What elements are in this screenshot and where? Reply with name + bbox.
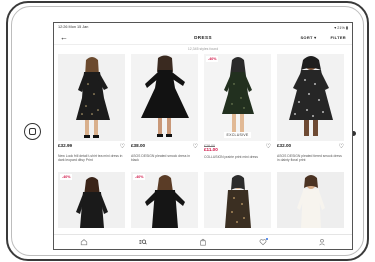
discount-badge: -40% xyxy=(60,174,73,180)
model-leopard-print-dress xyxy=(204,172,271,228)
tablet-frame: 12:26 Mon 15 Jan ▾ 21% ▮ ← DRESS SORT ▾ … xyxy=(6,1,369,261)
tab-home[interactable] xyxy=(77,237,91,247)
status-time: 12:26 Mon 15 Jan xyxy=(58,25,89,29)
price-row: £38.00 ♡ xyxy=(131,143,198,153)
exclusive-label: EXCLUSIVE xyxy=(223,132,252,138)
home-button[interactable] xyxy=(24,123,41,140)
heart-outline-icon[interactable]: ♡ xyxy=(266,144,271,150)
top-navigation: ← DRESS SORT ▾ FILTER xyxy=(54,31,352,45)
product-image[interactable] xyxy=(204,172,271,228)
product-card[interactable] xyxy=(277,172,344,232)
product-image[interactable] xyxy=(277,172,344,228)
search-icon xyxy=(139,239,148,245)
product-price: £38.00 xyxy=(131,143,146,148)
heart-outline-icon[interactable]: ♡ xyxy=(193,144,198,150)
tab-account[interactable] xyxy=(315,237,329,247)
model-black-blouse-dress xyxy=(131,172,198,228)
product-card[interactable]: -40% EXCLUSIVE £28.00 £11.00 ♡ COLLUSION… xyxy=(204,54,271,174)
product-description: New Look frill detail t-shirt tea mini d… xyxy=(58,154,123,163)
product-image[interactable]: -40% xyxy=(131,172,198,228)
product-grid-row-2: -40% -40% xyxy=(54,172,352,232)
account-icon xyxy=(319,239,325,246)
product-description: ASOS DESIGN pleated tiered smock dress i… xyxy=(277,154,342,163)
home-button-square xyxy=(29,128,36,135)
sort-button[interactable]: SORT ▾ xyxy=(300,35,316,40)
price-row: £32.00 ♡ xyxy=(277,143,344,153)
heart-outline-icon[interactable]: ♡ xyxy=(120,144,125,150)
price-row: £28.00 £11.00 ♡ xyxy=(204,144,271,153)
status-battery: ▾ 21% ▮ xyxy=(334,25,348,30)
sort-filter-controls: SORT ▾ FILTER xyxy=(300,35,346,40)
model-cream-knit-dress xyxy=(277,172,344,228)
product-image[interactable]: -40% EXCLUSIVE xyxy=(204,54,271,141)
status-bar: 12:26 Mon 15 Jan ▾ 21% ▮ xyxy=(54,23,352,31)
tab-search[interactable] xyxy=(136,237,150,247)
heart-outline-icon[interactable]: ♡ xyxy=(339,144,344,150)
product-card[interactable]: -40% xyxy=(58,172,125,232)
product-price: £32.00 xyxy=(277,143,292,148)
app-screen: 12:26 Mon 15 Jan ▾ 21% ▮ ← DRESS SORT ▾ … xyxy=(53,22,353,250)
product-description: COLLUSION prairie print mini dress xyxy=(204,155,258,159)
discount-badge: -40% xyxy=(206,56,219,62)
product-image[interactable]: -40% xyxy=(58,172,125,228)
model-black-smock-dress xyxy=(131,54,198,141)
model-black-shirt-dress xyxy=(58,172,125,228)
tab-bag[interactable] xyxy=(196,237,210,247)
results-count: 12,345 styles found xyxy=(187,47,219,51)
product-price: £32.99 xyxy=(58,143,73,148)
model-floral-smock-dress xyxy=(277,54,344,141)
product-image[interactable] xyxy=(131,54,198,141)
price-row: £32.99 ♡ xyxy=(58,143,125,153)
filter-button[interactable]: FILTER xyxy=(330,35,346,40)
model-prairie-mini-dress xyxy=(204,54,271,141)
product-description: ASOS DESIGN pleated smock dress in black xyxy=(131,154,190,163)
sale-price: £11.00 xyxy=(204,147,218,152)
product-image[interactable] xyxy=(58,54,125,141)
product-grid: £32.99 ♡ New Look frill detail t-shirt t… xyxy=(54,54,352,174)
arrow-left-icon[interactable]: ← xyxy=(60,33,68,42)
bottom-tab-bar xyxy=(54,234,352,249)
home-icon xyxy=(80,239,87,246)
product-card[interactable]: £32.00 ♡ ASOS DESIGN pleated tiered smoc… xyxy=(277,54,344,174)
model-dark-leopard-dress xyxy=(58,54,125,141)
notification-dot xyxy=(265,238,268,240)
discount-badge: -40% xyxy=(133,174,146,180)
bag-icon xyxy=(200,238,206,246)
product-card[interactable]: £38.00 ♡ ASOS DESIGN pleated smock dress… xyxy=(131,54,198,174)
product-image[interactable] xyxy=(277,54,344,141)
product-card[interactable]: £32.99 ♡ New Look frill detail t-shirt t… xyxy=(58,54,125,174)
product-card[interactable]: -40% xyxy=(131,172,198,232)
price-stack: £28.00 £11.00 xyxy=(204,144,218,153)
product-card[interactable] xyxy=(204,172,271,232)
tab-saved[interactable] xyxy=(256,237,270,247)
